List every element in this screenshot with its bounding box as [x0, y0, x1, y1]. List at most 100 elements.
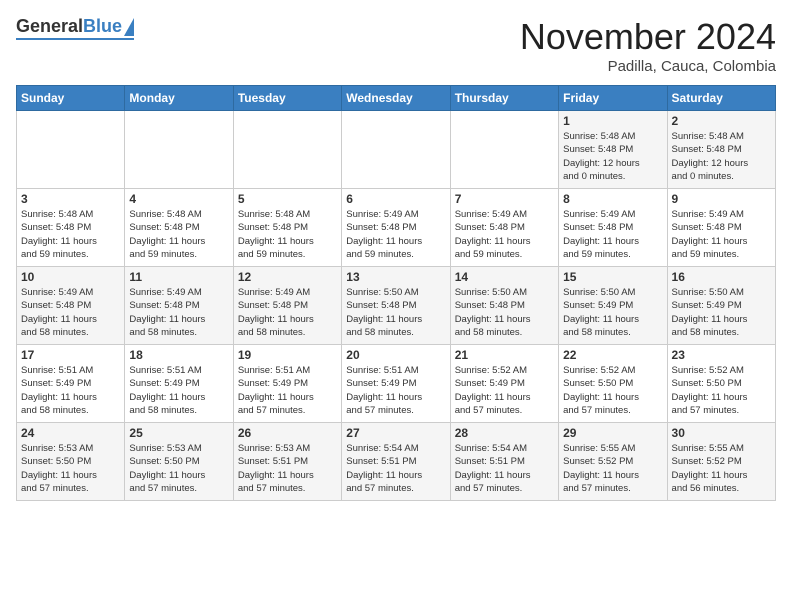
calendar-cell: 20 Sunrise: 5:51 AMSunset: 5:49 PMDayligh… [342, 345, 450, 423]
calendar-cell [233, 111, 341, 189]
calendar-cell: 27 Sunrise: 5:54 AMSunset: 5:51 PMDayligh… [342, 423, 450, 501]
calendar-cell: 29 Sunrise: 5:55 AMSunset: 5:52 PMDayligh… [559, 423, 667, 501]
calendar-cell: 18Sunrise: 5:51 AMSunset: 5:49 PMDayligh… [125, 345, 233, 423]
day-info: Sunrise: 5:54 AMSunset: 5:51 PMDaylight:… [455, 442, 554, 495]
day-number: 18 [129, 348, 228, 362]
calendar-cell [17, 111, 125, 189]
col-header-wednesday: Wednesday [342, 86, 450, 111]
day-number: 22 [563, 348, 662, 362]
calendar-location: Padilla, Cauca, Colombia [520, 58, 776, 75]
calendar-cell: 9 Sunrise: 5:49 AMSunset: 5:48 PMDaylight… [667, 189, 775, 267]
calendar-cell: 12 Sunrise: 5:49 AMSunset: 5:48 PMDayligh… [233, 267, 341, 345]
calendar-cell: 13 Sunrise: 5:50 AMSunset: 5:48 PMDayligh… [342, 267, 450, 345]
day-info: Sunrise: 5:49 AMSunset: 5:48 PMDaylight:… [238, 286, 337, 339]
day-number: 30 [672, 426, 771, 440]
day-info: Sunrise: 5:53 AMSunset: 5:51 PMDaylight:… [238, 442, 337, 495]
day-info: Sunrise: 5:48 AMSunset: 5:48 PMDaylight:… [672, 130, 771, 183]
calendar-cell: 26 Sunrise: 5:53 AMSunset: 5:51 PMDayligh… [233, 423, 341, 501]
calendar-cell: 4 Sunrise: 5:48 AMSunset: 5:48 PMDaylight… [125, 189, 233, 267]
logo-blue-text: Blue [83, 16, 122, 37]
day-info: Sunrise: 5:52 AMSunset: 5:50 PMDaylight:… [563, 364, 662, 417]
calendar-title: November 2024 [520, 16, 776, 58]
day-number: 8 [563, 192, 662, 206]
day-info: Sunrise: 5:50 AMSunset: 5:48 PMDaylight:… [455, 286, 554, 339]
calendar-cell: 3Sunrise: 5:48 AMSunset: 5:48 PMDaylight… [17, 189, 125, 267]
day-number: 7 [455, 192, 554, 206]
day-info: Sunrise: 5:49 AMSunset: 5:48 PMDaylight:… [129, 286, 228, 339]
title-block: November 2024 Padilla, Cauca, Colombia [520, 16, 776, 75]
day-number: 6 [346, 192, 445, 206]
day-info: Sunrise: 5:52 AMSunset: 5:49 PMDaylight:… [455, 364, 554, 417]
calendar-cell: 25 Sunrise: 5:53 AMSunset: 5:50 PMDayligh… [125, 423, 233, 501]
calendar-week-2: 3Sunrise: 5:48 AMSunset: 5:48 PMDaylight… [17, 189, 776, 267]
day-info: Sunrise: 5:54 AMSunset: 5:51 PMDaylight:… [346, 442, 445, 495]
day-info: Sunrise: 5:51 AMSunset: 5:49 PMDaylight:… [346, 364, 445, 417]
day-number: 23 [672, 348, 771, 362]
day-info: Sunrise: 5:52 AMSunset: 5:50 PMDaylight:… [672, 364, 771, 417]
day-number: 26 [238, 426, 337, 440]
day-info: Sunrise: 5:53 AMSunset: 5:50 PMDaylight:… [129, 442, 228, 495]
day-number: 2 [672, 114, 771, 128]
calendar-cell: 17 Sunrise: 5:51 AMSunset: 5:49 PMDayligh… [17, 345, 125, 423]
day-info: Sunrise: 5:48 AMSunset: 5:48 PMDaylight:… [563, 130, 662, 183]
calendar-cell: 15Sunrise: 5:50 AMSunset: 5:49 PMDayligh… [559, 267, 667, 345]
day-number: 17 [21, 348, 120, 362]
day-number: 10 [21, 270, 120, 284]
calendar-week-5: 24Sunrise: 5:53 AMSunset: 5:50 PMDayligh… [17, 423, 776, 501]
day-info: Sunrise: 5:50 AMSunset: 5:49 PMDaylight:… [672, 286, 771, 339]
logo-icon [124, 18, 134, 36]
day-number: 14 [455, 270, 554, 284]
calendar-cell: 10Sunrise: 5:49 AMSunset: 5:48 PMDayligh… [17, 267, 125, 345]
col-header-saturday: Saturday [667, 86, 775, 111]
day-number: 28 [455, 426, 554, 440]
calendar-cell: 11Sunrise: 5:49 AMSunset: 5:48 PMDayligh… [125, 267, 233, 345]
calendar-cell: 30 Sunrise: 5:55 AMSunset: 5:52 PMDayligh… [667, 423, 775, 501]
calendar-cell: 1 Sunrise: 5:48 AMSunset: 5:48 PMDaylight… [559, 111, 667, 189]
day-info: Sunrise: 5:53 AMSunset: 5:50 PMDaylight:… [21, 442, 120, 495]
logo: General Blue [16, 16, 134, 40]
calendar-cell: 2 Sunrise: 5:48 AMSunset: 5:48 PMDaylight… [667, 111, 775, 189]
calendar-cell: 19 Sunrise: 5:51 AMSunset: 5:49 PMDayligh… [233, 345, 341, 423]
day-info: Sunrise: 5:50 AMSunset: 5:48 PMDaylight:… [346, 286, 445, 339]
page-header: General Blue November 2024 Padilla, Cauc… [16, 16, 776, 75]
day-number: 25 [129, 426, 228, 440]
calendar-cell: 21 Sunrise: 5:52 AMSunset: 5:49 PMDayligh… [450, 345, 558, 423]
day-info: Sunrise: 5:55 AMSunset: 5:52 PMDaylight:… [672, 442, 771, 495]
day-number: 20 [346, 348, 445, 362]
day-info: Sunrise: 5:50 AMSunset: 5:49 PMDaylight:… [563, 286, 662, 339]
day-number: 4 [129, 192, 228, 206]
calendar-cell [125, 111, 233, 189]
calendar-week-4: 17 Sunrise: 5:51 AMSunset: 5:49 PMDayligh… [17, 345, 776, 423]
col-header-monday: Monday [125, 86, 233, 111]
day-number: 21 [455, 348, 554, 362]
day-info: Sunrise: 5:51 AMSunset: 5:49 PMDaylight:… [238, 364, 337, 417]
col-header-thursday: Thursday [450, 86, 558, 111]
day-info: Sunrise: 5:49 AMSunset: 5:48 PMDaylight:… [672, 208, 771, 261]
day-number: 1 [563, 114, 662, 128]
day-info: Sunrise: 5:48 AMSunset: 5:48 PMDaylight:… [238, 208, 337, 261]
calendar-cell: 24Sunrise: 5:53 AMSunset: 5:50 PMDayligh… [17, 423, 125, 501]
day-number: 13 [346, 270, 445, 284]
day-number: 27 [346, 426, 445, 440]
day-info: Sunrise: 5:48 AMSunset: 5:48 PMDaylight:… [129, 208, 228, 261]
logo-general-text: General [16, 16, 83, 37]
day-info: Sunrise: 5:48 AMSunset: 5:48 PMDaylight:… [21, 208, 120, 261]
day-info: Sunrise: 5:51 AMSunset: 5:49 PMDaylight:… [21, 364, 120, 417]
day-number: 5 [238, 192, 337, 206]
logo-underline [16, 38, 134, 40]
day-number: 12 [238, 270, 337, 284]
calendar-cell [342, 111, 450, 189]
day-info: Sunrise: 5:55 AMSunset: 5:52 PMDaylight:… [563, 442, 662, 495]
day-number: 19 [238, 348, 337, 362]
col-header-sunday: Sunday [17, 86, 125, 111]
calendar-cell: 14 Sunrise: 5:50 AMSunset: 5:48 PMDayligh… [450, 267, 558, 345]
col-header-tuesday: Tuesday [233, 86, 341, 111]
calendar-cell: 8Sunrise: 5:49 AMSunset: 5:48 PMDaylight… [559, 189, 667, 267]
day-info: Sunrise: 5:49 AMSunset: 5:48 PMDaylight:… [346, 208, 445, 261]
calendar-cell: 6 Sunrise: 5:49 AMSunset: 5:48 PMDaylight… [342, 189, 450, 267]
calendar-header-row: SundayMondayTuesdayWednesdayThursdayFrid… [17, 86, 776, 111]
day-number: 29 [563, 426, 662, 440]
calendar-cell: 16Sunrise: 5:50 AMSunset: 5:49 PMDayligh… [667, 267, 775, 345]
calendar-cell [450, 111, 558, 189]
day-number: 9 [672, 192, 771, 206]
